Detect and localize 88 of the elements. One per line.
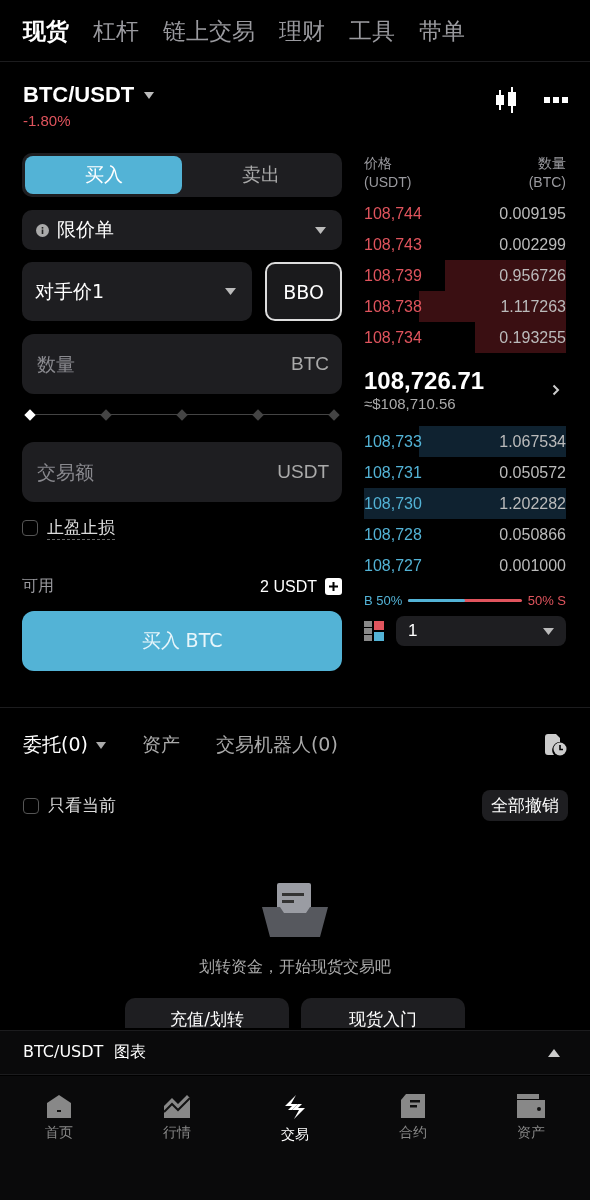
column-header: 数量	[538, 155, 566, 173]
tp-sl-label[interactable]: 止盈止损	[47, 516, 115, 540]
available-label: 可用	[22, 576, 54, 597]
checkbox[interactable]	[22, 520, 38, 536]
order-type-label: 限价单	[57, 217, 115, 242]
ask-amount: 0.956726	[499, 266, 566, 285]
bid-price: 108,733	[364, 432, 422, 451]
caret-icon	[543, 627, 554, 635]
last-price: 108,726.71	[364, 367, 485, 395]
amount-field[interactable]: 交易额 USDT	[22, 442, 342, 502]
orders-tab[interactable]: 资产	[141, 732, 180, 758]
caret-icon	[144, 91, 155, 99]
caret-icon	[315, 226, 326, 234]
wallet-icon	[517, 1094, 545, 1118]
nav-item[interactable]: 合约	[354, 1076, 472, 1156]
document-icon	[400, 1094, 426, 1118]
layout-icon[interactable]	[364, 621, 384, 641]
bid-price: 108,727	[364, 556, 422, 575]
top-tab[interactable]: 工具	[349, 16, 395, 47]
chart-bar-label: BTC/USDT 图表	[23, 1042, 146, 1063]
pair-symbol[interactable]: BTC/USDT	[23, 82, 135, 108]
sell-ratio: 50% S	[527, 593, 566, 608]
cancel-all-button[interactable]: 全部撤销	[482, 790, 568, 821]
ask-amount: 0.009195	[499, 204, 566, 223]
side-tab[interactable]: 卖出	[182, 156, 339, 194]
orders-tab[interactable]: 交易机器人(0)	[215, 732, 338, 758]
ask-price: 108,743	[364, 235, 422, 254]
empty-folder-icon	[262, 883, 328, 937]
bid-amount: 1.202282	[499, 494, 566, 513]
column-unit: (BTC)	[528, 174, 566, 190]
price-mode-label: 对手价1	[35, 278, 106, 304]
bid-price: 108,728	[364, 525, 422, 544]
nav-item[interactable]: 资产	[472, 1076, 590, 1156]
history-icon[interactable]	[542, 733, 568, 757]
home-icon	[46, 1094, 72, 1118]
info-icon	[36, 223, 49, 237]
nav-item[interactable]: 交易	[236, 1076, 354, 1156]
buy-ratio: B 50%	[364, 593, 403, 608]
top-tab[interactable]: 现货	[23, 16, 69, 47]
order-type-dropdown[interactable]: 限价单	[22, 210, 342, 250]
top-tab[interactable]: 理财	[279, 16, 325, 47]
caret-icon	[225, 288, 236, 295]
nav-item[interactable]: 首页	[0, 1076, 118, 1156]
depth-value: 1	[408, 621, 418, 641]
bid-amount: 1.067534	[499, 432, 566, 451]
top-tab[interactable]: 链上交易	[163, 16, 255, 47]
checkbox[interactable]	[23, 797, 39, 814]
bbo-button[interactable]: BBO	[265, 262, 342, 321]
ask-amount: 0.002299	[499, 235, 566, 254]
nav-item[interactable]: 行情	[118, 1076, 236, 1156]
ask-price: 108,744	[364, 204, 422, 223]
ask-price: 108,738	[364, 297, 422, 316]
ask-amount: 0.193255	[499, 328, 566, 347]
chart-bar[interactable]: BTC/USDT 图表	[0, 1030, 590, 1075]
ask-price: 108,739	[364, 266, 422, 285]
available-value: 2 USDT	[260, 577, 317, 596]
top-tab[interactable]: 杠杆	[93, 16, 139, 47]
bid-amount: 0.050572	[499, 463, 566, 482]
quantity-field[interactable]: 数量 BTC	[22, 334, 342, 394]
empty-state-text: 划转资金，开始现货交易吧	[199, 957, 391, 978]
top-tab[interactable]: 带单	[419, 16, 465, 47]
column-header: 价格	[364, 155, 393, 173]
ask-price: 108,734	[364, 328, 422, 347]
quantity-input[interactable]: 数量	[35, 352, 291, 376]
action-button[interactable]: 现货入门	[301, 998, 465, 1028]
price-change: -1.80%	[23, 112, 72, 129]
column-unit: (USDT)	[364, 174, 412, 190]
bid-price: 108,730	[364, 494, 422, 513]
expand-up-icon[interactable]	[548, 1048, 560, 1057]
bid-amount: 0.001000	[499, 556, 566, 575]
more-icon[interactable]	[544, 96, 568, 103]
candlestick-icon[interactable]	[494, 86, 518, 113]
unit-label: USDT	[277, 461, 329, 483]
bid-amount: 0.050866	[499, 525, 566, 544]
only-current-label[interactable]: 只看当前	[48, 794, 116, 817]
caret-icon	[95, 741, 106, 749]
chart-icon	[163, 1094, 191, 1118]
orders-tab[interactable]: 委托(0)	[23, 732, 106, 758]
plus-icon[interactable]	[325, 578, 342, 595]
ask-amount: 1.117263	[500, 297, 566, 316]
action-button[interactable]: 充值/划转	[125, 998, 289, 1028]
chevron-right-icon[interactable]	[552, 383, 560, 396]
unit-label: BTC	[291, 353, 329, 375]
last-price-usd: ≈$108,710.56	[364, 395, 457, 412]
price-mode-dropdown[interactable]: 对手价1	[22, 262, 252, 321]
bid-price: 108,731	[364, 463, 422, 482]
depth-dropdown[interactable]: 1	[396, 616, 566, 646]
amount-input[interactable]: 交易额	[35, 460, 278, 484]
